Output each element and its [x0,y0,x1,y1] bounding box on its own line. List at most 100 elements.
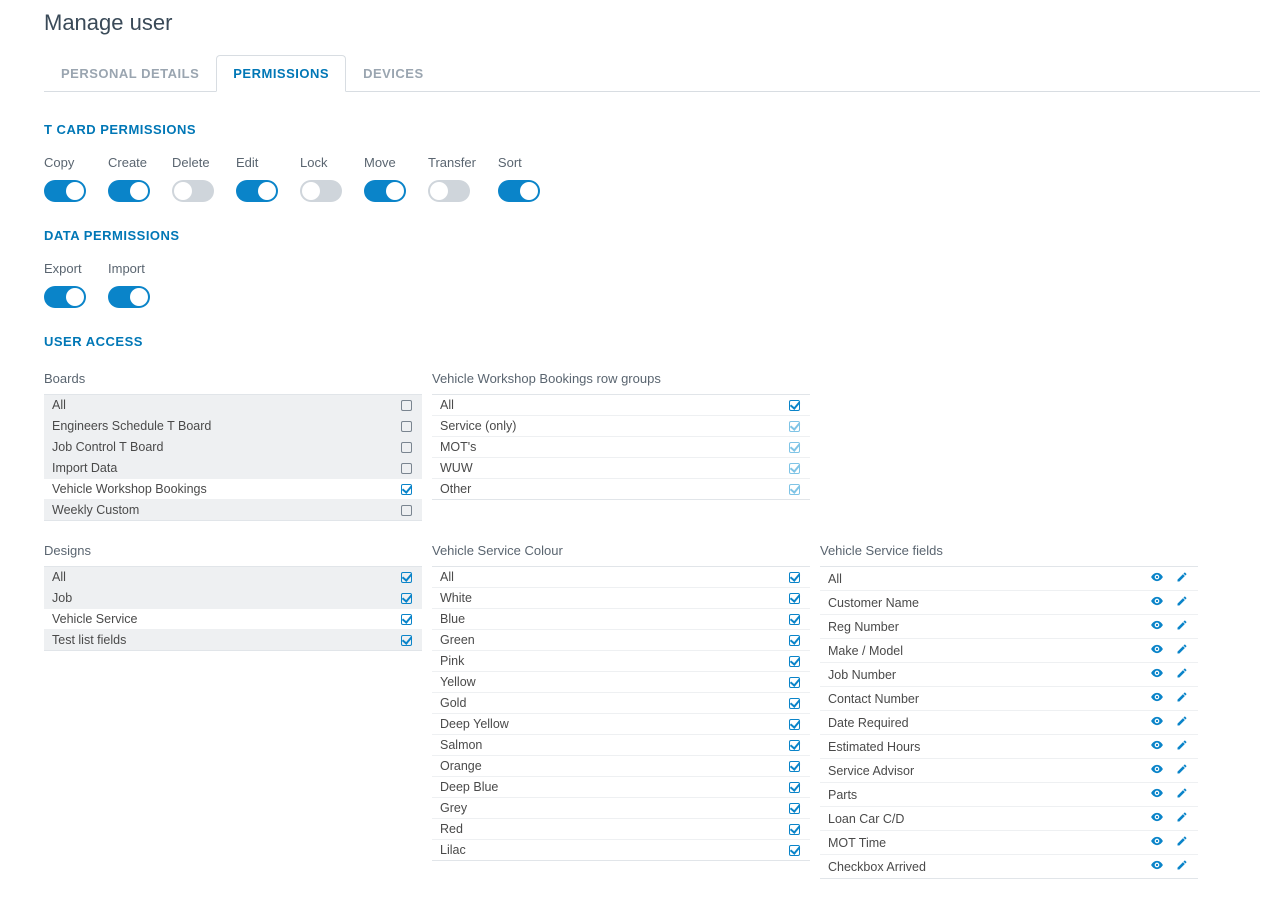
eye-icon[interactable] [1150,810,1164,827]
checkbox-icon[interactable] [789,572,800,583]
checkbox-icon[interactable] [401,572,412,583]
list-item[interactable]: MOT's [432,436,810,457]
list-item[interactable]: Estimated Hours [820,734,1198,758]
pencil-icon[interactable] [1176,739,1188,754]
checkbox-icon[interactable] [401,421,412,432]
checkbox-icon[interactable] [401,463,412,474]
list-item[interactable]: Parts [820,782,1198,806]
list-item[interactable]: Test list fields [44,629,422,651]
tcard-toggle-copy[interactable] [44,180,86,202]
dataperm-toggle-export[interactable] [44,286,86,308]
list-item[interactable]: MOT Time [820,830,1198,854]
checkbox-icon[interactable] [789,593,800,604]
list-item[interactable]: Contact Number [820,686,1198,710]
pencil-icon[interactable] [1176,643,1188,658]
pencil-icon[interactable] [1176,667,1188,682]
checkbox-icon[interactable] [789,803,800,814]
checkbox-icon[interactable] [401,635,412,646]
list-item[interactable]: All [432,394,810,415]
checkbox-icon[interactable] [401,484,412,495]
list-item[interactable]: Salmon [432,734,810,755]
list-item[interactable]: Reg Number [820,614,1198,638]
checkbox-icon[interactable] [401,593,412,604]
list-item[interactable]: All [44,566,422,587]
checkbox-icon[interactable] [789,782,800,793]
list-item[interactable]: Vehicle Service [44,608,422,629]
eye-icon[interactable] [1150,594,1164,611]
list-item[interactable]: Service (only) [432,415,810,436]
list-item[interactable]: All [820,566,1198,590]
checkbox-icon[interactable] [789,824,800,835]
checkbox-icon[interactable] [789,698,800,709]
tcard-toggle-transfer[interactable] [428,180,470,202]
tcard-toggle-edit[interactable] [236,180,278,202]
eye-icon[interactable] [1150,786,1164,803]
dataperm-toggle-import[interactable] [108,286,150,308]
checkbox-icon[interactable] [789,761,800,772]
tcard-toggle-lock[interactable] [300,180,342,202]
tab-permissions[interactable]: PERMISSIONS [216,55,346,92]
list-item[interactable]: Other [432,478,810,500]
checkbox-icon[interactable] [789,656,800,667]
pencil-icon[interactable] [1176,859,1188,874]
list-item[interactable]: Pink [432,650,810,671]
pencil-icon[interactable] [1176,787,1188,802]
pencil-icon[interactable] [1176,691,1188,706]
checkbox-icon[interactable] [789,614,800,625]
pencil-icon[interactable] [1176,619,1188,634]
eye-icon[interactable] [1150,834,1164,851]
list-item[interactable]: Green [432,629,810,650]
list-item[interactable]: WUW [432,457,810,478]
eye-icon[interactable] [1150,666,1164,683]
list-item[interactable]: Date Required [820,710,1198,734]
list-item[interactable]: Orange [432,755,810,776]
list-item[interactable]: Checkbox Arrived [820,854,1198,879]
pencil-icon[interactable] [1176,763,1188,778]
list-item[interactable]: Grey [432,797,810,818]
checkbox-icon[interactable] [789,442,800,453]
list-item[interactable]: Loan Car C/D [820,806,1198,830]
checkbox-icon[interactable] [789,421,800,432]
list-item[interactable]: Make / Model [820,638,1198,662]
tcard-toggle-delete[interactable] [172,180,214,202]
list-item[interactable]: Engineers Schedule T Board [44,415,422,436]
eye-icon[interactable] [1150,762,1164,779]
checkbox-icon[interactable] [401,614,412,625]
eye-icon[interactable] [1150,642,1164,659]
list-item[interactable]: Service Advisor [820,758,1198,782]
list-item[interactable]: Deep Blue [432,776,810,797]
list-item[interactable]: Yellow [432,671,810,692]
tab-devices[interactable]: DEVICES [346,55,441,92]
pencil-icon[interactable] [1176,835,1188,850]
list-item[interactable]: Job Control T Board [44,436,422,457]
tcard-toggle-move[interactable] [364,180,406,202]
checkbox-icon[interactable] [401,505,412,516]
checkbox-icon[interactable] [401,400,412,411]
tcard-toggle-create[interactable] [108,180,150,202]
pencil-icon[interactable] [1176,595,1188,610]
checkbox-icon[interactable] [789,400,800,411]
eye-icon[interactable] [1150,858,1164,875]
eye-icon[interactable] [1150,738,1164,755]
list-item[interactable]: Job Number [820,662,1198,686]
list-item[interactable]: White [432,587,810,608]
pencil-icon[interactable] [1176,571,1188,586]
tab-personal-details[interactable]: PERSONAL DETAILS [44,55,216,92]
eye-icon[interactable] [1150,690,1164,707]
checkbox-icon[interactable] [789,719,800,730]
checkbox-icon[interactable] [789,740,800,751]
list-item[interactable]: Weekly Custom [44,499,422,521]
checkbox-icon[interactable] [789,463,800,474]
eye-icon[interactable] [1150,570,1164,587]
eye-icon[interactable] [1150,618,1164,635]
list-item[interactable]: All [432,566,810,587]
checkbox-icon[interactable] [789,845,800,856]
pencil-icon[interactable] [1176,811,1188,826]
list-item[interactable]: All [44,394,422,415]
checkbox-icon[interactable] [789,635,800,646]
checkbox-icon[interactable] [401,442,412,453]
tcard-toggle-sort[interactable] [498,180,540,202]
checkbox-icon[interactable] [789,677,800,688]
list-item[interactable]: Blue [432,608,810,629]
list-item[interactable]: Gold [432,692,810,713]
